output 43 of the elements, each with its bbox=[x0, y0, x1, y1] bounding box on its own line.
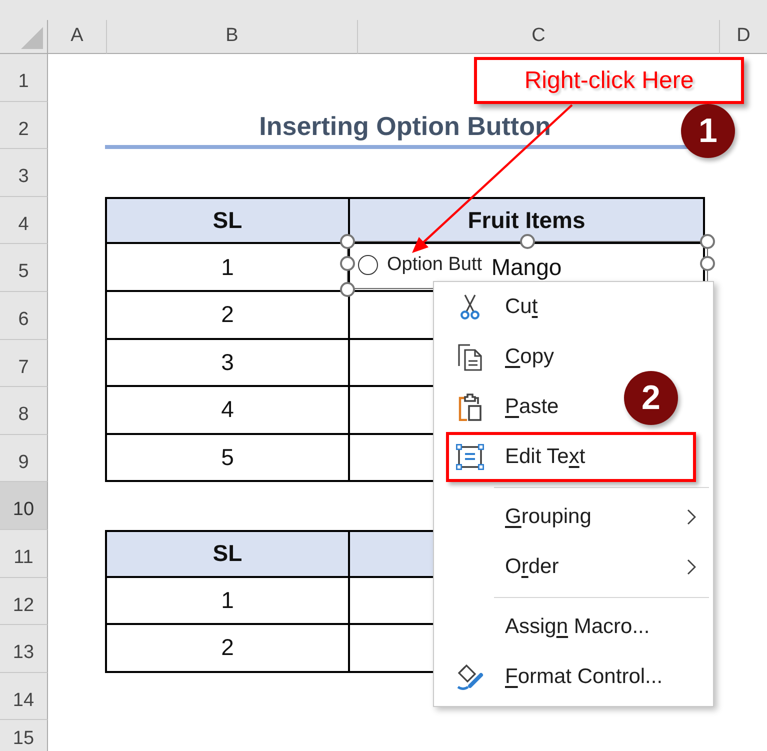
table-cell: 5 bbox=[221, 444, 234, 470]
row-heading[interactable]: 8 bbox=[0, 387, 48, 435]
row-heading[interactable]: 5 bbox=[0, 244, 48, 292]
menu-item[interactable]: Format Control... bbox=[434, 652, 675, 702]
text-box-icon bbox=[456, 444, 484, 470]
copy-icon bbox=[456, 343, 482, 371]
menu-item[interactable]: Order bbox=[434, 542, 713, 592]
paint-bucket-icon bbox=[456, 663, 484, 691]
row-heading[interactable]: 3 bbox=[0, 149, 48, 197]
row-heading[interactable]: 11 bbox=[0, 530, 48, 578]
table-cell: 4 bbox=[221, 397, 234, 423]
column-heading[interactable]: C bbox=[358, 20, 720, 54]
menu-item[interactable]: Grouping bbox=[434, 492, 713, 542]
column-heading[interactable]: B bbox=[107, 20, 358, 54]
scissors-icon bbox=[458, 294, 480, 320]
row-heading[interactable]: 12 bbox=[0, 578, 48, 626]
table-header: SL bbox=[105, 196, 350, 244]
callout-note: Right-click Here bbox=[474, 57, 744, 104]
menu-item[interactable]: Copy bbox=[434, 332, 566, 382]
table-header: Fruit Items bbox=[350, 196, 705, 244]
row-heading[interactable]: 1 bbox=[0, 54, 48, 102]
menu-item[interactable]: Edit Text bbox=[434, 432, 713, 482]
row-heading[interactable]: 9 bbox=[0, 434, 48, 482]
table-cell: 2 bbox=[221, 302, 234, 328]
table-header: SL bbox=[105, 530, 350, 578]
row-heading[interactable]: 6 bbox=[0, 292, 48, 340]
table-cell: Mango bbox=[491, 254, 562, 280]
menu-item[interactable]: Assign Macro... bbox=[434, 602, 662, 652]
row-heading[interactable]: 14 bbox=[0, 672, 48, 720]
column-heading[interactable]: A bbox=[48, 20, 107, 54]
triangle-icon bbox=[21, 27, 43, 49]
row-heading[interactable]: 7 bbox=[0, 340, 48, 388]
menu-item[interactable]: Cut bbox=[434, 282, 550, 332]
table-cell: 1 bbox=[221, 588, 234, 613]
row-heading[interactable]: 10 bbox=[0, 482, 48, 530]
row-heading[interactable]: 13 bbox=[0, 625, 48, 673]
row-heading[interactable]: 4 bbox=[0, 196, 48, 244]
table-cell: 1 bbox=[221, 254, 234, 280]
table-cell: 3 bbox=[221, 350, 234, 375]
row-heading[interactable]: 2 bbox=[0, 102, 48, 150]
table-cell: 2 bbox=[221, 635, 234, 661]
clipboard-icon bbox=[458, 393, 482, 421]
menu-item[interactable]: Paste bbox=[434, 382, 571, 432]
